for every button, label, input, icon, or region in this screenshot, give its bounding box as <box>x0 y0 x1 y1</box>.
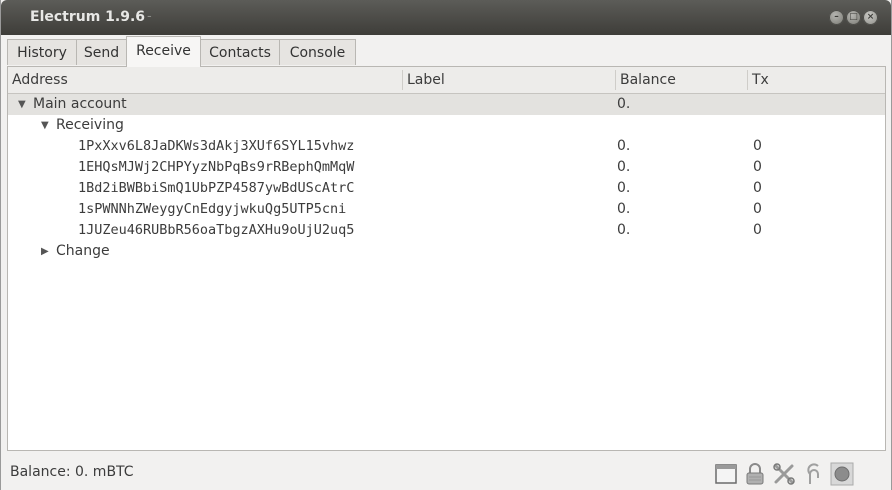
maximize-button[interactable]: □ <box>846 10 861 25</box>
address-balance: 0. <box>617 159 631 175</box>
address-row[interactable]: 1Bd2iBWBbiSmQ1UbPZP4587ywBdUScAtrC 0. 0 <box>8 178 885 199</box>
address-row[interactable]: 1JUZeu46RUBbR56oaTbgzAXHu9oUjU2uq5 0. 0 <box>8 220 885 241</box>
address-balance: 0. <box>617 138 631 154</box>
address-tx-count: 0 <box>753 201 762 217</box>
maximize-icon: □ <box>849 12 858 22</box>
address-value: 1sPWNNhZWeygyCnEdgyjwkuQg5UTP5cni <box>78 201 347 217</box>
expand-arrow-icon[interactable]: ▼ <box>41 115 49 136</box>
tab-console[interactable]: Console <box>279 39 356 65</box>
tools-icon[interactable] <box>772 462 796 486</box>
close-icon: × <box>866 12 875 22</box>
column-header-address[interactable]: Address <box>8 67 402 93</box>
seed-icon[interactable] <box>801 462 825 486</box>
table-header: Address Label Balance Tx <box>8 67 885 94</box>
tab-receive[interactable]: Receive <box>126 36 201 67</box>
address-row[interactable]: 1EHQsMJWj2CHPYyzNbPqBs9rRBephQmMqW 0. 0 <box>8 157 885 178</box>
address-value: 1JUZeu46RUBbR56oaTbgzAXHu9oUjU2uq5 <box>78 222 355 238</box>
column-header-label[interactable]: Label <box>403 67 615 93</box>
address-value: 1EHQsMJWj2CHPYyzNbPqBs9rRBephQmMqW <box>78 159 355 175</box>
window-title: Electrum 1.9.6 <box>30 9 146 25</box>
address-value: 1PxXxv6L8JaDKWs3dAkj3XUf6SYL15vhwz <box>78 138 355 154</box>
column-header-balance[interactable]: Balance <box>616 67 747 93</box>
receiving-group-label: Receiving <box>56 117 124 133</box>
address-balance: 0. <box>617 222 631 238</box>
receive-panel: Address Label Balance Tx ▼ Main account … <box>7 66 886 451</box>
receiving-group-row[interactable]: ▼ Receiving <box>8 115 885 136</box>
address-tx-count: 0 <box>753 159 762 175</box>
balance-status: Balance: 0. mBTC <box>10 464 134 480</box>
change-group-label: Change <box>56 243 110 259</box>
address-balance: 0. <box>617 201 631 217</box>
lock-icon[interactable] <box>743 462 767 486</box>
tab-send[interactable]: Send <box>76 39 127 65</box>
address-tx-count: 0 <box>753 222 762 238</box>
account-name: Main account <box>33 96 127 112</box>
window-icon[interactable] <box>714 462 738 486</box>
address-value: 1Bd2iBWBbiSmQ1UbPZP4587ywBdUScAtrC <box>78 180 355 196</box>
app-window: Electrum 1.9.6 - – □ × History Send Rece… <box>0 0 892 490</box>
tab-contacts[interactable]: Contacts <box>200 39 280 65</box>
account-row[interactable]: ▼ Main account 0. <box>8 94 885 115</box>
window-title-suffix: - <box>147 9 152 24</box>
tab-history[interactable]: History <box>7 39 77 65</box>
network-status-icon[interactable] <box>830 462 854 486</box>
change-group-row[interactable]: ▶ Change <box>8 241 885 262</box>
status-bar: Balance: 0. mBTC <box>1 456 891 490</box>
collapse-arrow-icon[interactable]: ▶ <box>41 241 49 262</box>
address-tx-count: 0 <box>753 180 762 196</box>
column-header-tx[interactable]: Tx <box>748 67 885 93</box>
minimize-button[interactable]: – <box>829 10 844 25</box>
address-row[interactable]: 1sPWNNhZWeygyCnEdgyjwkuQg5UTP5cni 0. 0 <box>8 199 885 220</box>
address-balance: 0. <box>617 180 631 196</box>
title-bar[interactable]: Electrum 1.9.6 - – □ × <box>1 0 891 35</box>
close-button[interactable]: × <box>863 10 878 25</box>
expand-arrow-icon[interactable]: ▼ <box>18 94 26 115</box>
address-row[interactable]: 1PxXxv6L8JaDKWs3dAkj3XUf6SYL15vhwz 0. 0 <box>8 136 885 157</box>
address-tx-count: 0 <box>753 138 762 154</box>
minimize-icon: – <box>834 12 839 22</box>
account-balance: 0. <box>617 96 631 112</box>
